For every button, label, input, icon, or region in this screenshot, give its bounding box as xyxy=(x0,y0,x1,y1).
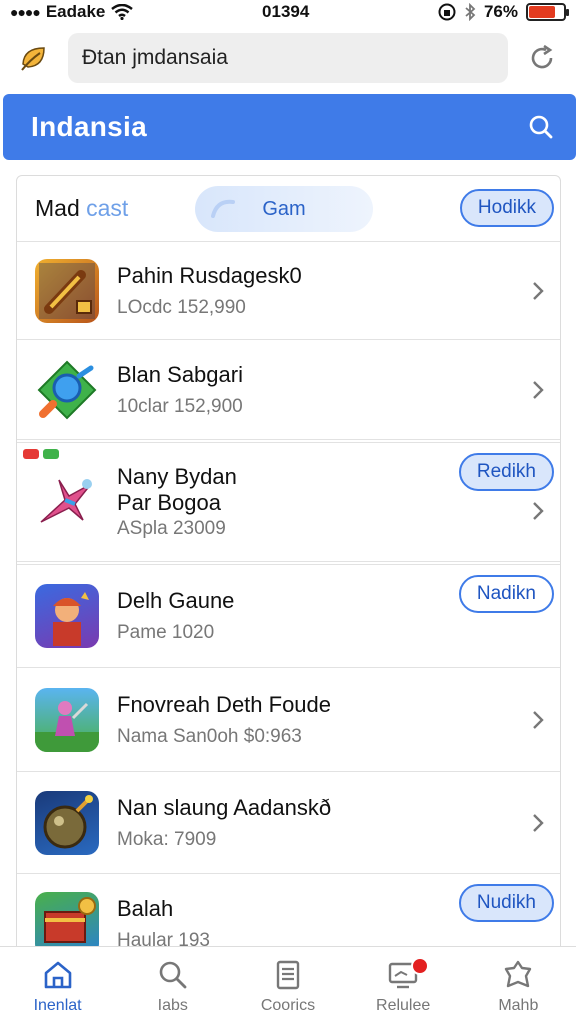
refresh-icon[interactable] xyxy=(522,38,562,78)
wifi-icon xyxy=(111,4,134,20)
filter-label: Mad cast xyxy=(35,195,195,222)
filter-row: Mad cast Gam Hodikk xyxy=(17,176,560,242)
signal-icon: ●●●● xyxy=(10,4,41,20)
status-left: ●●●● Eadake xyxy=(10,2,134,22)
clock: 01394 xyxy=(262,2,310,21)
red-tag-icon xyxy=(23,449,39,459)
home-icon xyxy=(44,961,71,989)
app-subtitle: Moka: 7909 xyxy=(117,828,217,850)
app-action-button[interactable]: Redikh xyxy=(458,453,554,491)
list-card: Mad cast Gam Hodikk Pahin Rusdagesk0 LOc… xyxy=(16,175,561,950)
app-title: Nany Bydan xyxy=(117,464,237,489)
filter-label-accent: cast xyxy=(86,195,129,221)
app-title: Blan Sabgari xyxy=(117,361,243,387)
browser-bar: Ɖtan jmdansaia xyxy=(0,26,576,90)
filter-action-button[interactable]: Hodikk xyxy=(459,189,554,227)
filter-label-main: Mad xyxy=(35,195,80,221)
leaf-logo-icon[interactable] xyxy=(14,38,54,78)
app-icon-treasure xyxy=(35,891,99,950)
app-text: Blan Sabgari 10clar 152,900 xyxy=(117,362,243,418)
tab-games-label: Gam xyxy=(262,197,306,220)
nav-label: Inenlat xyxy=(33,997,82,1014)
chevron-right-icon[interactable] xyxy=(530,709,546,731)
list-item[interactable]: Blan Sabgari 10clar 152,900 xyxy=(17,340,560,440)
nav-item-updates[interactable]: Relulee xyxy=(353,947,453,1015)
app-text: Nan slaung Aadanskð Moka: 7909 xyxy=(117,795,331,851)
status-bar: ●●●● Eadake 01394 76% xyxy=(0,0,576,24)
app-subtitle: Nama San0oh $0:963 xyxy=(117,725,302,747)
app-text: Delh Gaune Pame 1020 xyxy=(117,588,234,644)
battery-level xyxy=(529,6,555,18)
chevron-right-icon[interactable] xyxy=(530,500,546,522)
app-title: Balah xyxy=(117,895,174,921)
app-title: Delh Gaune xyxy=(117,588,235,613)
list-item[interactable]: Fnovreah Deth Foude Nama San0oh $0:963 xyxy=(17,668,560,772)
app-text: Fnovreah Deth Foude Nama San0oh $0:963 xyxy=(117,692,331,748)
nav-item-docs[interactable]: Coorics xyxy=(238,947,338,1015)
page-title: Indansia xyxy=(31,111,147,142)
app-title: Nan slaung Aadanskð xyxy=(117,794,332,820)
status-right: 76% xyxy=(438,2,569,22)
url-field[interactable]: Ɖtan jmdansaia xyxy=(68,33,508,83)
notification-badge xyxy=(411,957,430,975)
carrier-name: Eadake xyxy=(45,2,106,21)
nav-label: Iabs xyxy=(157,997,188,1014)
app-title: Pahin Rusdagesk0 xyxy=(117,262,302,288)
star-badge-icon xyxy=(505,960,532,988)
list-item[interactable]: Nan slaung Aadanskð Moka: 7909 xyxy=(17,772,560,874)
app-text: Balah Haular 193 xyxy=(117,896,210,951)
chevron-right-icon[interactable] xyxy=(530,379,546,401)
app-icon-sword xyxy=(35,258,99,323)
bottom-nav: Inenlat Iabs Coorics Relulee Mahb xyxy=(0,946,576,1024)
tab-games[interactable]: Gam xyxy=(195,186,373,232)
bluetooth-icon xyxy=(465,3,476,21)
app-text: Pahin Rusdagesk0 LOcdc 152,990 xyxy=(117,263,302,319)
app-action-button[interactable]: Nudikh xyxy=(458,884,554,922)
list-item[interactable]: Delh Gaune Pame 1020 Nadikn xyxy=(17,564,560,668)
search-icon[interactable] xyxy=(528,114,554,140)
app-subtitle: Pame 1020 xyxy=(117,622,215,643)
app-icon-plane xyxy=(35,470,99,534)
nav-label: Relulee xyxy=(376,997,431,1014)
app-header: Indansia xyxy=(3,94,576,160)
list-item[interactable]: Balah Haular 193 Nudikh xyxy=(17,874,560,950)
app-icon-bomb xyxy=(35,790,99,855)
nav-item-home[interactable]: Inenlat xyxy=(8,947,108,1015)
app-icon-warrior xyxy=(35,687,99,752)
app-text: Nany Bydan Par Bogoa ASpla 23009 xyxy=(117,464,237,540)
green-tag-icon xyxy=(43,449,59,459)
nav-label: Mahb xyxy=(498,997,539,1014)
list-item[interactable]: Nany Bydan Par Bogoa ASpla 23009 Redikh xyxy=(17,442,560,562)
list-item[interactable]: Pahin Rusdagesk0 LOcdc 152,990 xyxy=(17,242,560,340)
app-title: Fnovreah Deth Foude xyxy=(117,691,332,717)
lock-rotation-icon xyxy=(438,3,456,21)
chevron-right-icon[interactable] xyxy=(530,280,546,302)
app-subtitle: 10clar 152,900 xyxy=(117,395,243,417)
nav-label: Coorics xyxy=(260,997,316,1014)
tag-badges xyxy=(23,449,59,459)
app-action-button[interactable]: Nadikn xyxy=(458,575,554,613)
app-icon-map xyxy=(35,357,99,422)
battery-icon xyxy=(526,3,569,21)
document-icon xyxy=(276,960,300,990)
app-subtitle: LOcdc 152,990 xyxy=(117,296,246,318)
app-subtitle: ASpla 23009 xyxy=(117,518,226,539)
nav-item-search[interactable]: Iabs xyxy=(123,947,223,1015)
nav-item-more[interactable]: Mahb xyxy=(468,947,568,1015)
search-icon xyxy=(159,961,187,989)
app-icon-hero xyxy=(35,584,99,648)
battery-percent: 76% xyxy=(483,2,518,21)
chevron-right-icon[interactable] xyxy=(530,812,546,834)
app-list: Mad cast Gam Hodikk Pahin Rusdagesk0 LOc… xyxy=(16,175,561,950)
app-title-line2: Par Bogoa xyxy=(117,490,221,515)
swirl-icon xyxy=(211,199,235,218)
